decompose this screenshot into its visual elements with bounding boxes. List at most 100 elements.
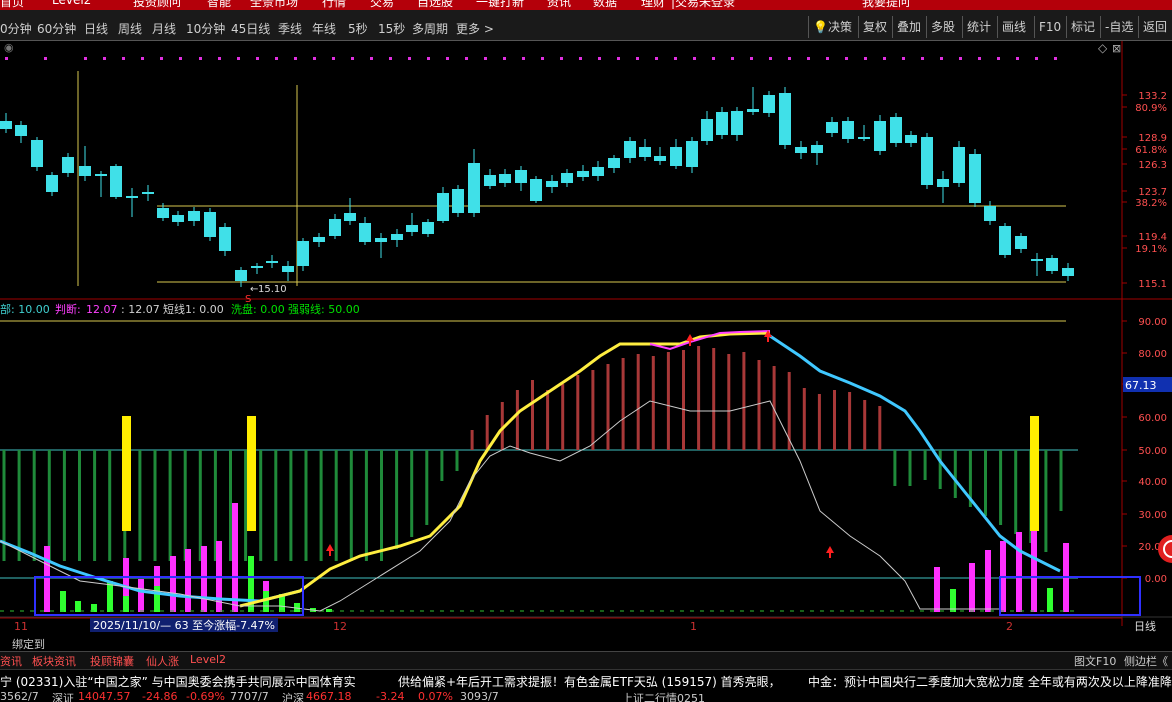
price-axis-label: 80.9% — [1135, 103, 1167, 114]
candle-body — [46, 175, 58, 192]
period-tab[interactable]: 15秒 — [378, 20, 405, 37]
signal-dot — [636, 57, 639, 60]
toolbar-button[interactable]: -自选 — [1100, 16, 1137, 38]
candle-body — [1062, 268, 1074, 276]
toolbar-button[interactable]: 返回 — [1138, 16, 1171, 38]
wash-bar — [1031, 531, 1037, 612]
top-menu-item[interactable]: 理财 — [641, 0, 665, 10]
signal-dot — [141, 57, 144, 60]
news-headline[interactable]: 中金：预计中国央行二季度加大宽松力度 全年或有两次及以上降准降 — [808, 673, 1172, 690]
top-menu-item[interactable]: 交易 — [370, 0, 394, 10]
signal-dot — [883, 57, 886, 60]
candle-body — [969, 154, 981, 203]
signal-dot — [807, 57, 810, 60]
top-menu-item[interactable]: Level2 — [52, 0, 91, 7]
toolbar-button[interactable]: 💡决策 — [808, 16, 856, 38]
top-menu-item[interactable]: 一键打新 — [476, 0, 524, 10]
signal-dot — [313, 57, 316, 60]
period-tab[interactable]: 5秒 — [348, 20, 368, 37]
toolbar-button[interactable]: 标记 — [1066, 16, 1099, 38]
period-tab[interactable]: 10分钟 — [186, 20, 225, 37]
candle-body — [731, 111, 743, 135]
toolbar-button[interactable]: F10 — [1034, 16, 1065, 38]
signal-dot — [541, 57, 544, 60]
price-axis-label: 61.8% — [1135, 145, 1167, 156]
signal-dot — [5, 57, 8, 60]
top-menu-item[interactable]: 行情 — [322, 0, 346, 10]
top-menu-item[interactable]: 自选股 — [417, 0, 453, 10]
toolbar-button[interactable]: 叠加 — [892, 16, 925, 38]
status-value: -3.24 — [376, 690, 405, 702]
signal-dot — [959, 57, 962, 60]
bottom-tab[interactable]: 绑定到 — [12, 636, 45, 652]
signal-dot — [103, 57, 106, 60]
candle-body — [344, 213, 356, 221]
news-headline[interactable]: 宁 (02331)入驻“中国之家” 与中国奥委会携手共同展示中国体育实 — [0, 673, 356, 690]
period-tab[interactable]: 周线 — [118, 20, 142, 37]
period-tab[interactable]: 日线 — [84, 20, 108, 37]
bottom-tab[interactable]: Level2 — [190, 653, 226, 666]
toolbar-button[interactable]: 画线 — [997, 16, 1030, 38]
stock-chart[interactable]: 133.280.9% 128.961.8% 126.3 123.738.2% 119.4… — [0, 41, 1172, 651]
volume-bar — [107, 581, 113, 612]
toolbar-button[interactable]: 统计 — [962, 16, 995, 38]
candle-body — [79, 166, 91, 176]
bottom-tab[interactable]: 侧边栏《 — [1124, 653, 1168, 669]
candle-body — [157, 208, 169, 218]
period-tab[interactable]: 年线 — [312, 20, 336, 37]
top-menu-item[interactable]: 数据 — [593, 0, 617, 10]
top-menu-item[interactable]: 首页 — [0, 0, 24, 10]
wash-bar — [185, 549, 191, 612]
candle-body — [1015, 236, 1027, 249]
top-menu-bar: 首页 Level2 投资顾问 智能 全景市场 行情 交易 自选股 一键打新 资讯 数据 理财 |交易未登… — [0, 0, 1172, 10]
bottom-tab[interactable]: 图文F10 — [1074, 653, 1116, 669]
signal-dot — [826, 57, 829, 60]
candle-body — [670, 147, 682, 166]
period-tab[interactable]: 0分钟 — [0, 20, 32, 37]
signal-dot — [199, 57, 202, 60]
signal-dot — [788, 57, 791, 60]
status-value: 上证二行情0251 — [622, 692, 705, 702]
date-axis-label: 2 — [1006, 620, 1013, 633]
candle-body — [890, 117, 902, 143]
signal-dot — [446, 57, 449, 60]
period-tab[interactable]: 更多 > — [456, 20, 494, 37]
period-tab[interactable]: 月线 — [152, 20, 176, 37]
period-tab[interactable]: 60分钟 — [37, 20, 76, 37]
period-tab[interactable]: 多周期 — [412, 20, 448, 37]
top-menu-item[interactable]: 资讯 — [547, 0, 571, 10]
bottom-tab[interactable]: 仙人涨 — [146, 653, 179, 669]
period-tab[interactable]: 季线 — [278, 20, 302, 37]
top-menu-item[interactable]: 我要提问 — [862, 0, 910, 10]
candle-body — [188, 211, 200, 221]
indicator-axis-label: 40.00 — [1138, 477, 1167, 488]
toolbar-button[interactable]: 多股 — [926, 16, 959, 38]
candle-body — [795, 147, 807, 153]
news-headline[interactable]: 供给偏紧+年后开工需求提振！有色金属ETF天弘 (159157) 首秀亮眼， — [398, 673, 781, 690]
signal-dot — [465, 57, 468, 60]
bottom-tab[interactable]: 板块资讯 — [32, 653, 76, 669]
top-menu-item[interactable]: |交易未登录 — [671, 0, 735, 10]
candle-body — [110, 166, 122, 197]
indicator-legend-item: 强弱线: 50.00 — [288, 302, 360, 316]
signal-dot — [921, 57, 924, 60]
top-menu-item[interactable]: 全景市场 — [250, 0, 298, 10]
candle-body — [701, 119, 713, 141]
candle-body — [546, 181, 558, 187]
bottom-tab[interactable]: 投顾锦囊 — [90, 653, 134, 669]
candle-body — [329, 219, 341, 236]
top-menu-item[interactable]: 投资顾问 — [133, 0, 181, 10]
toolbar-button[interactable]: 复权 — [858, 16, 891, 38]
price-axis-label: 19.1% — [1135, 244, 1167, 255]
strong-signal-bar — [247, 416, 256, 531]
candle-body — [0, 121, 12, 129]
candle-body — [266, 261, 278, 263]
price-axis-label: 119.4 — [1138, 232, 1167, 243]
top-menu-item[interactable]: 智能 — [207, 0, 231, 10]
candle-body — [905, 135, 917, 143]
volume-bar — [60, 591, 66, 612]
period-tab[interactable]: 45日线 — [231, 20, 270, 37]
news-ticker: 宁 (02331)入驻“中国之家” 与中国奥委会携手共同展示中国体育实 供给偏紧+… — [0, 669, 1172, 690]
candle-body — [577, 171, 589, 177]
bottom-tab[interactable]: 资讯 — [0, 653, 22, 669]
